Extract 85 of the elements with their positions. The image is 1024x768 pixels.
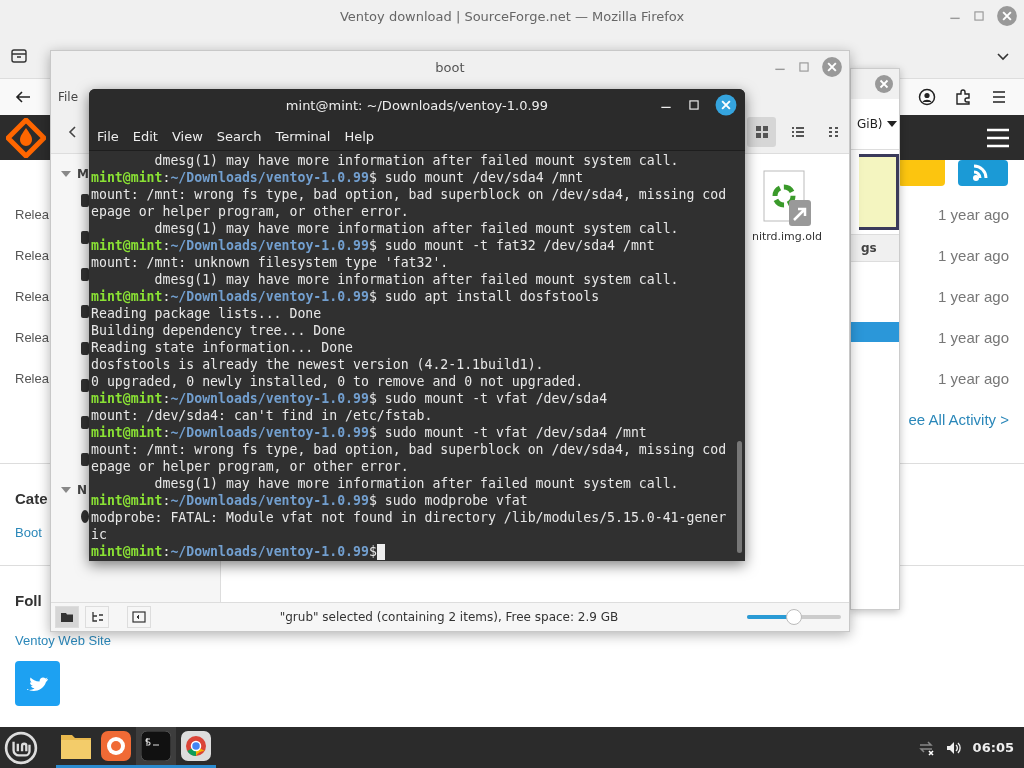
output-line: ic — [91, 526, 107, 543]
website-link[interactable]: Ventoy Web Site — [15, 632, 111, 649]
window-title: boot — [435, 59, 465, 75]
close-icon[interactable] — [715, 94, 737, 116]
section-header: M — [77, 167, 89, 181]
prompt-line: mint@mint:~/Downloads/ventoy-1.0.99$ sudo mount /dev/sda4 /mnt — [91, 169, 584, 186]
section-heading: Cate — [15, 490, 48, 508]
activity-time: 1 year ago — [938, 370, 1009, 387]
list-icon — [789, 124, 806, 140]
output-line: dmesg(1) may have more information after failed mount system call. — [153, 220, 679, 237]
places-button[interactable] — [55, 606, 79, 628]
output-line: dosfstools is already the newest version (4.2-1.1build1). — [91, 356, 544, 373]
menu-icon[interactable] — [990, 88, 1008, 106]
action-tile[interactable] — [898, 160, 945, 186]
prompt-line: mint@mint:~/Downloads/ventoy-1.0.99$ sudo mount -t vfat /dev/sda4 — [91, 390, 608, 407]
output-line: epage or helper program, or other error. — [91, 458, 409, 475]
column-header[interactable]: gs — [851, 234, 899, 262]
logo-icon[interactable] — [6, 117, 46, 158]
menu-item[interactable]: File — [58, 90, 79, 104]
recycle-file-icon[interactable] — [763, 170, 811, 226]
view-button[interactable] — [747, 117, 776, 147]
output-line: dmesg(1) may have more information after failed mount system call. — [153, 152, 679, 169]
menu-item[interactable]: Terminal — [275, 128, 331, 144]
activity-time: 1 year ago — [938, 206, 1009, 223]
see-all-link[interactable]: ee All Activity > — [908, 410, 1009, 428]
window-title: mint@mint: ~/Downloads/ventoy-1.0.99 — [285, 98, 549, 113]
zoom-slider[interactable] — [747, 608, 841, 626]
output-line: dmesg(1) may have more information after failed mount system call. — [153, 271, 679, 288]
menu-item[interactable]: View — [171, 128, 203, 144]
activity-title[interactable]: Relea — [15, 330, 49, 345]
menu-item[interactable]: Edit — [132, 128, 158, 144]
output-line: mount: /mnt: unknown filesystem type 'fat32'. — [91, 254, 449, 271]
output-line: mount: /dev/sda4: can't find in /etc/fstab. — [91, 407, 433, 424]
activity-title[interactable]: Relea — [15, 248, 49, 263]
expander-icon[interactable] — [61, 171, 71, 177]
activity-title[interactable]: Relea — [15, 207, 49, 222]
tree-icon — [90, 611, 104, 623]
activity-title[interactable]: Relea — [15, 371, 49, 386]
maximize-icon[interactable] — [687, 98, 701, 112]
output-line: Reading state information... Done — [91, 339, 353, 356]
output-line: modprobe: FATAL: Module vfat not found in directory /lib/modules/5.15.0-41-gener — [91, 509, 727, 526]
output-line: Reading package lists... Done — [91, 305, 322, 322]
window-title: Ventoy download | SourceForge.net — Mozilla Firefox — [339, 9, 685, 24]
tree-view-button[interactable] — [85, 606, 109, 628]
prompt-line: mint@mint:~/Downloads/ventoy-1.0.99$ — [91, 543, 377, 560]
activity-time: 1 year ago — [938, 288, 1009, 305]
mint-logo-icon[interactable] — [4, 730, 38, 765]
file-name[interactable]: nitrd.img.old — [751, 230, 823, 243]
slider-thumb[interactable] — [786, 609, 802, 625]
scrollbar[interactable] — [737, 441, 742, 553]
menu-item[interactable]: File — [97, 128, 119, 144]
output-line: 0 upgraded, 0 newly installed, 0 to remove and 0 not upgraded. — [91, 373, 584, 390]
account-icon[interactable] — [918, 88, 936, 106]
tab-overview-icon[interactable] — [10, 46, 28, 65]
size-label: GiB) — [857, 117, 883, 131]
toggle-sidebar-button[interactable] — [127, 606, 151, 628]
folder-icon — [60, 611, 74, 623]
caret-icon[interactable] — [886, 121, 897, 127]
prompt-line: mint@mint:~/Downloads/ventoy-1.0.99$ sudo mount -t fat32 /dev/sda4 /mnt — [91, 237, 655, 254]
prompt-line: mint@mint:~/Downloads/ventoy-1.0.99$ sudo modprobe vfat — [91, 492, 528, 509]
output-line: dmesg(1) may have more information after failed mount system call. — [153, 475, 679, 492]
grid-icon — [753, 124, 770, 140]
activity-time: 1 year ago — [938, 329, 1009, 346]
sidebar-icon — [132, 611, 146, 623]
menu-item[interactable]: Search — [216, 128, 262, 144]
clock[interactable]: 06:05 — [972, 740, 1014, 755]
bird-button[interactable] — [15, 661, 60, 706]
network-disconnected-icon[interactable] — [916, 738, 935, 757]
category-link[interactable]: Boot — [15, 524, 42, 541]
output-line: mount: /mnt: wrong fs type, bad option, bad superblock on /dev/sda4, missing cod — [91, 441, 727, 458]
expander-icon[interactable] — [61, 487, 71, 493]
prompt-line: mint@mint:~/Downloads/ventoy-1.0.99$ sudo apt install dosfstools — [91, 288, 600, 305]
output-line: mount: /mnt: wrong fs type, bad option, bad superblock on /dev/sda4, missing cod — [91, 186, 727, 203]
puzzle-icon[interactable] — [954, 88, 972, 106]
output-line: Building dependency tree... Done — [91, 322, 346, 339]
terminal-launcher[interactable] — [136, 727, 176, 768]
section-header: N — [77, 483, 88, 497]
section-heading: Foll — [15, 592, 42, 610]
output-line: epage or helper program, or other error. — [91, 203, 409, 220]
status-text: "grub" selected (containing 2 items), Free space: 2.9 GB — [278, 610, 620, 624]
activity-title[interactable]: Relea — [15, 289, 49, 304]
menu-item[interactable]: Help — [344, 128, 375, 144]
activity-time: 1 year ago — [938, 247, 1009, 264]
rss-button[interactable] — [958, 160, 1008, 186]
prompt-line: mint@mint:~/Downloads/ventoy-1.0.99$ sudo mount -t vfat /dev/sda4 /mnt — [91, 424, 647, 441]
